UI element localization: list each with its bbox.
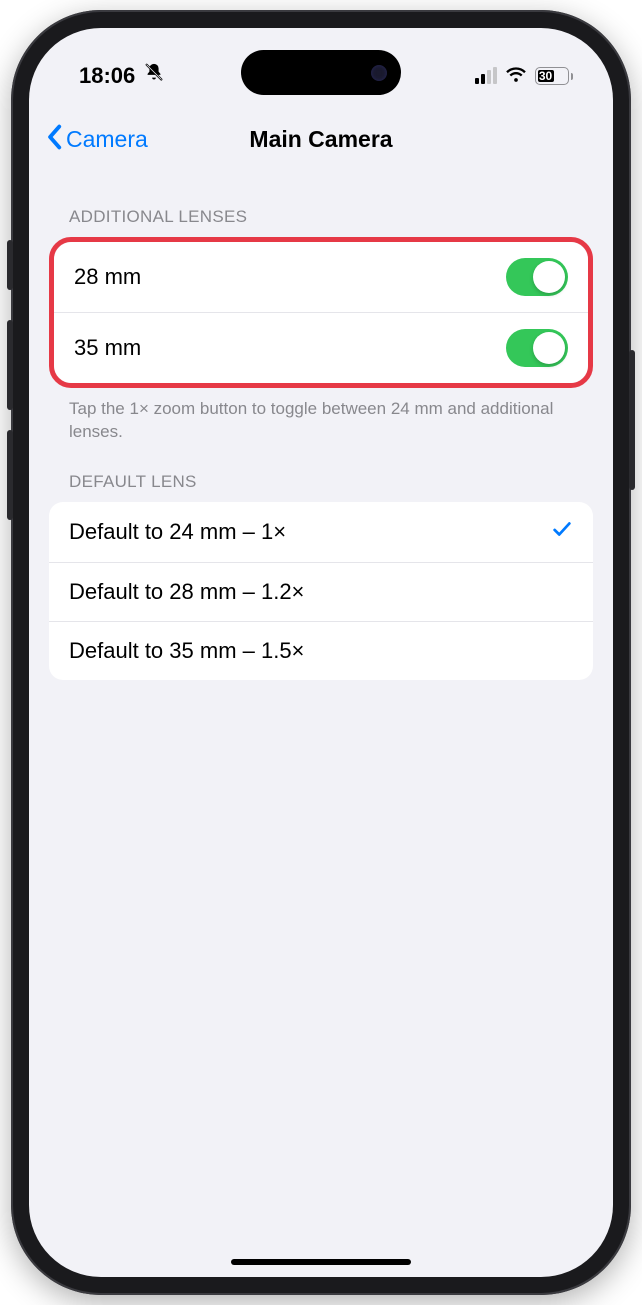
battery-percent: 30 <box>539 69 552 83</box>
navigation-bar: Camera Main Camera <box>29 108 613 179</box>
mute-bell-icon <box>143 62 165 90</box>
highlight-annotation: 28 mm 35 mm <box>49 237 593 388</box>
screen: 18:06 30 <box>29 28 613 1277</box>
status-time: 18:06 <box>79 63 135 89</box>
volume-down-button <box>7 430 13 520</box>
lens-35mm-row[interactable]: 35 mm <box>54 312 588 383</box>
lens-35mm-label: 35 mm <box>74 335 141 361</box>
back-button[interactable]: Camera <box>45 124 148 156</box>
dynamic-island <box>241 50 401 95</box>
additional-lenses-footer: Tap the 1× zoom button to toggle between… <box>49 388 593 444</box>
side-switch <box>7 240 13 290</box>
front-camera-icon <box>371 65 387 81</box>
additional-lenses-header: ADDITIONAL LENSES <box>49 179 593 237</box>
default-35mm-row[interactable]: Default to 35 mm – 1.5× <box>49 621 593 680</box>
wifi-icon <box>505 63 527 89</box>
lens-28mm-label: 28 mm <box>74 264 141 290</box>
default-35mm-label: Default to 35 mm – 1.5× <box>69 638 304 664</box>
cellular-signal-icon <box>475 68 497 84</box>
chevron-left-icon <box>45 124 63 156</box>
default-24mm-row[interactable]: Default to 24 mm – 1× <box>49 502 593 562</box>
power-button <box>629 350 635 490</box>
lens-35mm-toggle[interactable] <box>506 329 568 367</box>
default-28mm-label: Default to 28 mm – 1.2× <box>69 579 304 605</box>
home-indicator[interactable] <box>231 1259 411 1265</box>
checkmark-icon <box>551 518 573 546</box>
back-label: Camera <box>66 126 148 153</box>
default-lens-group: Default to 24 mm – 1× Default to 28 mm –… <box>49 502 593 680</box>
battery-fill: 30 <box>538 70 554 82</box>
default-28mm-row[interactable]: Default to 28 mm – 1.2× <box>49 562 593 621</box>
additional-lenses-group: 28 mm 35 mm <box>54 242 588 383</box>
default-24mm-label: Default to 24 mm – 1× <box>69 519 286 545</box>
battery-icon: 30 <box>535 67 574 85</box>
volume-up-button <box>7 320 13 410</box>
page-title: Main Camera <box>249 126 392 153</box>
phone-frame: 18:06 30 <box>11 10 631 1295</box>
default-lens-header: DEFAULT LENS <box>49 444 593 502</box>
lens-28mm-row[interactable]: 28 mm <box>54 242 588 312</box>
lens-28mm-toggle[interactable] <box>506 258 568 296</box>
